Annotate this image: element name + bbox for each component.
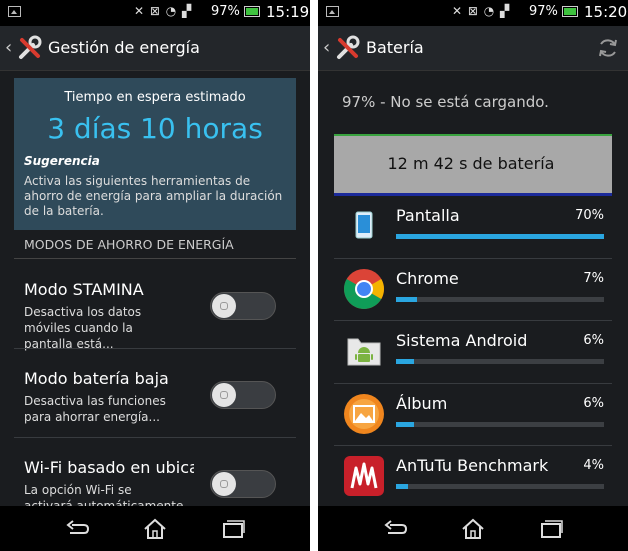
divider xyxy=(334,445,612,446)
usage-bar-fill xyxy=(396,234,604,239)
battery-percent: 97% xyxy=(529,4,558,19)
battery-usage-chart[interactable]: 12 m 42 s de batería xyxy=(334,134,612,196)
app-percent: 6% xyxy=(583,396,604,411)
back-icon[interactable] xyxy=(382,516,408,542)
app-name: Pantalla xyxy=(396,206,460,225)
app-percent: 70% xyxy=(575,208,604,223)
page-title: Gestión de energía xyxy=(48,38,200,57)
usage-bar-fill xyxy=(396,484,408,489)
status-bar: ✕ ⊠ ◔ ▞ 97% 15:20 xyxy=(318,0,628,26)
recent-apps-icon[interactable] xyxy=(220,516,246,542)
usage-bar-fill xyxy=(396,297,417,302)
app-row-album[interactable]: Álbum 6% xyxy=(318,394,628,456)
screenshot-notification-icon xyxy=(326,6,339,17)
status-bar: ✕ ⊠ ◔ ▞ 97% 15:19 xyxy=(0,0,310,26)
screen-icon xyxy=(355,211,373,239)
back-caret-icon[interactable]: ‹ xyxy=(5,37,12,58)
mode-description: Desactiva los datos móviles cuando la pa… xyxy=(24,305,142,351)
standby-estimate-value: 3 días 10 horas xyxy=(47,112,263,145)
divider xyxy=(334,258,612,259)
status-signal-icons: ✕ ⊠ ◔ ▞ xyxy=(452,4,511,18)
tools-icon[interactable] xyxy=(334,34,362,62)
section-divider xyxy=(14,258,296,259)
location-wifi-toggle[interactable] xyxy=(210,470,276,498)
standby-estimate-label: Tiempo en espera estimado xyxy=(64,90,246,105)
navigation-bar xyxy=(0,506,310,551)
divider xyxy=(334,383,612,384)
app-name: Álbum xyxy=(396,394,448,413)
home-icon[interactable] xyxy=(460,516,486,542)
page-title: Batería xyxy=(366,38,424,57)
back-caret-icon[interactable]: ‹ xyxy=(323,37,330,58)
status-signal-icons: ✕ ⊠ ◔ ▞ xyxy=(134,4,193,18)
divider xyxy=(334,320,612,321)
refresh-icon[interactable] xyxy=(596,36,620,60)
battery-icon xyxy=(244,6,260,17)
battery-status-text: 97% - No se está cargando. xyxy=(342,93,549,111)
usage-bar-fill xyxy=(396,359,414,364)
usage-bar xyxy=(396,234,604,239)
clock: 15:19 xyxy=(266,3,310,21)
action-bar: ‹ Gestión de energía xyxy=(0,26,310,71)
app-name: Chrome xyxy=(396,269,459,288)
back-icon[interactable] xyxy=(64,516,90,542)
usage-bar-fill xyxy=(396,422,414,427)
battery-icon xyxy=(562,6,578,17)
recent-apps-icon[interactable] xyxy=(538,516,564,542)
clock: 15:20 xyxy=(584,3,628,21)
mode-description: Desactiva las funciones para ahorrar ene… xyxy=(24,394,166,424)
album-icon xyxy=(344,394,384,434)
antutu-icon xyxy=(344,456,384,496)
usage-bar xyxy=(396,422,604,427)
low-battery-toggle[interactable] xyxy=(210,381,276,409)
suggestion-text: Activa las siguientes herramientas de ah… xyxy=(24,174,283,218)
chrome-icon xyxy=(344,269,384,309)
battery-screen: ✕ ⊠ ◔ ▞ 97% 15:20 ‹ Batería 97% - No se … xyxy=(318,0,628,551)
app-percent: 4% xyxy=(583,458,604,473)
section-header: MODOS DE AHORRO DE ENERGÍA xyxy=(24,237,234,252)
usage-bar xyxy=(396,484,604,489)
action-bar: ‹ Batería xyxy=(318,26,628,71)
android-icon xyxy=(347,338,381,366)
screenshot-notification-icon xyxy=(8,6,21,17)
energy-management-screen: ✕ ⊠ ◔ ▞ 97% 15:19 ‹ Gestión de energía T… xyxy=(0,0,310,551)
app-name: AnTuTu Benchmark xyxy=(396,456,549,475)
app-percent: 6% xyxy=(583,333,604,348)
home-icon[interactable] xyxy=(142,516,168,542)
tools-icon[interactable] xyxy=(16,34,44,62)
app-name: Sistema Android xyxy=(396,331,528,350)
battery-percent: 97% xyxy=(211,4,240,19)
navigation-bar xyxy=(318,506,628,551)
usage-bar xyxy=(396,359,604,364)
usage-bar xyxy=(396,297,604,302)
divider xyxy=(14,348,296,349)
mode-title: Modo batería baja xyxy=(24,369,169,388)
mode-title: Wi-Fi basado en ubicación xyxy=(24,458,194,477)
standby-estimate-panel: Tiempo en espera estimado 3 días 10 hora… xyxy=(14,78,296,230)
battery-duration-label: 12 m 42 s de batería xyxy=(387,154,555,173)
suggestion-title: Sugerencia xyxy=(24,154,100,168)
stamina-toggle[interactable] xyxy=(210,292,276,320)
app-percent: 7% xyxy=(583,271,604,286)
mode-title: Modo STAMINA xyxy=(24,280,144,299)
divider xyxy=(14,437,296,438)
app-row-chrome[interactable]: Chrome 7% xyxy=(318,269,628,331)
